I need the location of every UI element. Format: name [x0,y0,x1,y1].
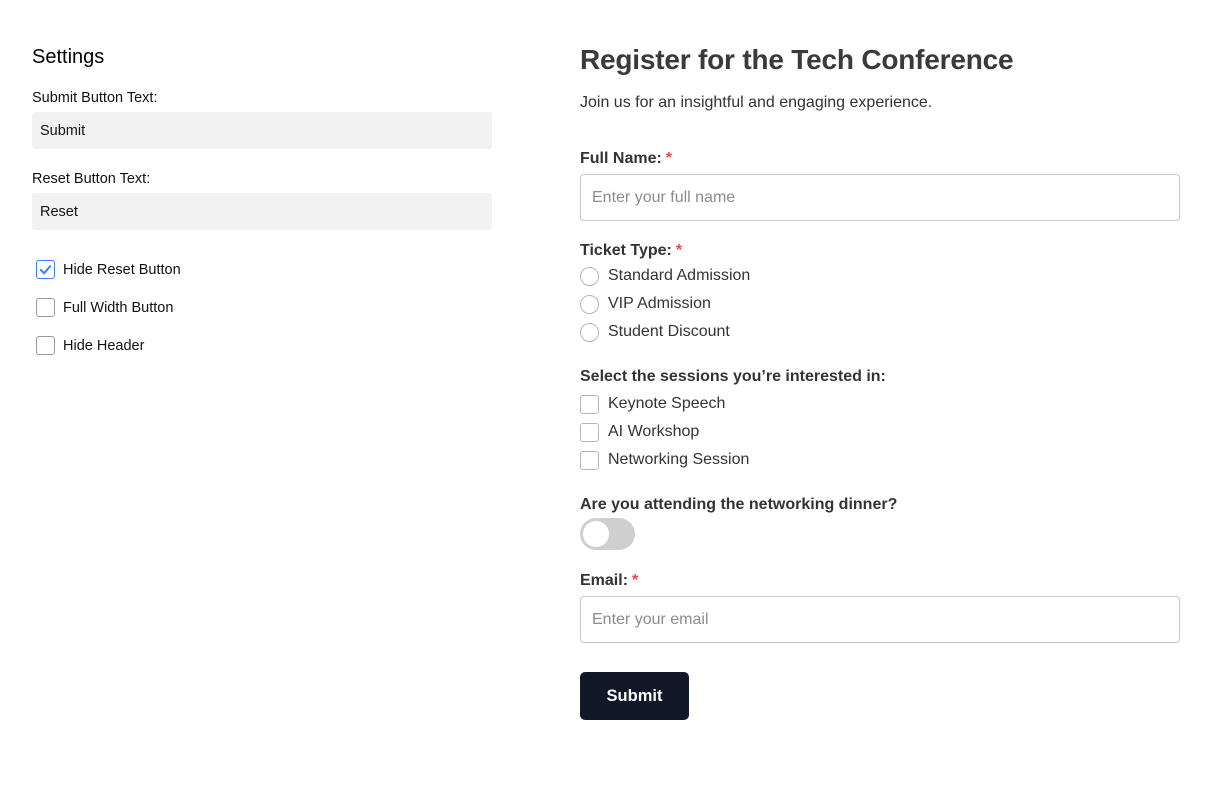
full-width-checkbox-row[interactable]: Full Width Button [32,298,492,317]
hide-header-label: Hide Header [63,337,145,354]
checkbox[interactable] [580,422,599,442]
full-name-input[interactable] [580,174,1180,221]
session-option-label: Networking Session [608,451,750,468]
sessions-group: Select the sessions you’re interested in… [580,368,1180,474]
settings-panel: Settings Submit Button Text: Reset Butto… [32,46,492,374]
reset-text-label: Reset Button Text: [32,171,151,187]
full-width-checkbox[interactable] [36,298,55,317]
ticket-type-group: Ticket Type: * Standard Admission VIP Adm… [580,242,1180,346]
sessions-label: Select the sessions you’re interested in… [580,368,886,385]
email-input[interactable] [580,596,1180,643]
radio-button[interactable] [580,266,599,286]
toggle-knob [583,521,609,547]
checkmark-icon [39,265,52,275]
settings-title: Settings [32,46,105,68]
full-name-label-text: Full Name: [580,150,662,167]
submit-text-label: Submit Button Text: [32,90,158,106]
full-width-label: Full Width Button [63,299,174,316]
checkbox[interactable] [580,394,599,414]
form-title: Register for the Tech Conference [580,44,1014,75]
registration-form: Register for the Tech Conference Join us… [580,44,1180,720]
submit-button[interactable]: Submit [580,672,689,720]
dinner-toggle[interactable] [580,518,635,550]
required-marker: * [675,242,683,259]
full-name-label: Full Name: * [580,150,1180,168]
dinner-label: Are you attending the networking dinner? [580,496,898,513]
ticket-option-label: Student Discount [608,323,730,340]
ticket-option-label: VIP Admission [608,295,711,312]
radio-button[interactable] [580,322,599,342]
hide-header-checkbox-row[interactable]: Hide Header [32,336,492,355]
hide-header-checkbox[interactable] [36,336,55,355]
hide-reset-label: Hide Reset Button [63,261,181,278]
session-option-networking[interactable]: Networking Session [580,446,1180,474]
session-option-label: AI Workshop [608,423,700,440]
required-marker: * [665,150,673,167]
ticket-option-student[interactable]: Student Discount [580,318,1180,346]
session-option-label: Keynote Speech [608,395,726,412]
checkbox[interactable] [580,450,599,470]
session-option-keynote[interactable]: Keynote Speech [580,390,1180,418]
email-label-text: Email: [580,572,629,589]
submit-text-input[interactable] [32,112,492,149]
ticket-option-vip[interactable]: VIP Admission [580,290,1180,318]
required-marker: * [632,572,639,589]
hide-reset-checkbox-row[interactable]: Hide Reset Button [32,260,492,279]
session-option-ai-workshop[interactable]: AI Workshop [580,418,1180,446]
ticket-option-standard[interactable]: Standard Admission [580,262,1180,290]
ticket-type-label: Ticket Type: * [580,242,1180,260]
email-label: Email: * [580,572,1180,590]
hide-reset-checkbox[interactable] [36,260,55,279]
radio-button[interactable] [580,294,599,314]
form-subtitle: Join us for an insightful and engaging e… [580,94,933,111]
reset-text-input[interactable] [32,193,492,230]
ticket-type-label-text: Ticket Type: [580,242,672,259]
ticket-option-label: Standard Admission [608,267,751,284]
